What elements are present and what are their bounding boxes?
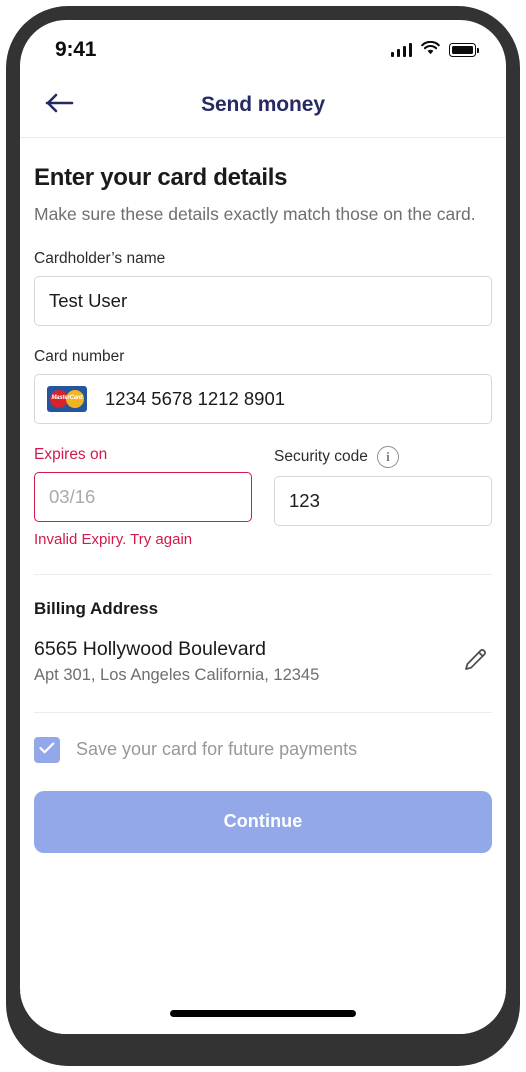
phone-screen: 9:41 Send money Enter your card details … [20, 20, 506, 1034]
expiry-field-group: Expires on 03/16 Invalid Expiry. Try aga… [34, 446, 252, 548]
wifi-icon [421, 40, 440, 60]
cardholder-name-label: Cardholder’s name [34, 249, 166, 267]
security-code-input[interactable]: 123 [274, 475, 492, 526]
status-bar: 9:41 [20, 20, 506, 72]
security-code-label: Security code [274, 447, 368, 465]
card-number-value: 1234 5678 1212 8901 [105, 387, 286, 409]
card-number-label: Card number [34, 347, 125, 365]
save-card-row: Save your card for future payments [34, 736, 492, 763]
section-divider-top [34, 573, 492, 575]
billing-address-text: 6565 Hollywood Boulevard Apt 301, Los An… [34, 637, 319, 686]
phone-device-frame: 9:41 Send money Enter your card details … [0, 0, 526, 1072]
card-number-input[interactable]: MasterCard 1234 5678 1212 8901 [34, 373, 492, 424]
billing-address-line2: Apt 301, Los Angeles California, 12345 [34, 666, 320, 685]
edit-pencil-icon [462, 648, 488, 676]
expiry-placeholder: 03/16 [49, 485, 96, 507]
home-indicator-bar[interactable] [170, 1009, 356, 1017]
billing-address-row: 6565 Hollywood Boulevard Apt 301, Los An… [34, 637, 492, 686]
status-bar-icons [390, 40, 479, 60]
save-card-checkbox[interactable] [34, 736, 60, 763]
billing-address-title: Billing Address [34, 598, 159, 618]
expiry-label: Expires on [34, 445, 108, 463]
cardholder-name-field-group: Cardholder’s name Test User [34, 250, 492, 326]
expiry-security-row: Expires on 03/16 Invalid Expiry. Try aga… [34, 445, 492, 548]
continue-button[interactable]: Continue [34, 790, 492, 853]
security-code-field-group: Security code i 123 [274, 445, 492, 548]
expiry-error-message: Invalid Expiry. Try again [34, 530, 193, 548]
security-code-value: 123 [289, 489, 320, 511]
page-title: Send money [201, 92, 325, 116]
back-arrow-icon [45, 92, 75, 117]
mastercard-logo-icon: MasterCard [47, 385, 87, 412]
card-details-form: Enter your card details Make sure these … [20, 138, 506, 1034]
mastercard-wordmark: MasterCard [51, 394, 83, 401]
status-bar-time: 9:41 [55, 38, 97, 61]
section-divider-bottom [34, 711, 492, 713]
card-number-field-group: Card number MasterCard 1234 5678 1212 89… [34, 348, 492, 424]
home-indicator-area [20, 992, 506, 1034]
form-subheading: Make sure these details exactly match th… [34, 204, 476, 224]
expiry-input[interactable]: 03/16 [34, 471, 252, 522]
info-circle-icon[interactable]: i [376, 445, 399, 468]
security-code-label-row: Security code i [274, 445, 492, 468]
cardholder-name-value: Test User [49, 289, 128, 311]
checkmark-icon [39, 741, 55, 759]
form-heading: Enter your card details [34, 164, 288, 191]
save-card-label: Save your card for future payments [76, 739, 358, 760]
cardholder-name-input[interactable]: Test User [34, 275, 492, 326]
back-button[interactable] [38, 83, 82, 127]
navigation-bar: Send money [20, 72, 506, 138]
billing-address-line1: 6565 Hollywood Boulevard [34, 637, 266, 660]
edit-billing-address-button[interactable] [458, 643, 492, 680]
cellular-signal-icon [390, 43, 412, 57]
battery-full-icon [449, 43, 479, 57]
